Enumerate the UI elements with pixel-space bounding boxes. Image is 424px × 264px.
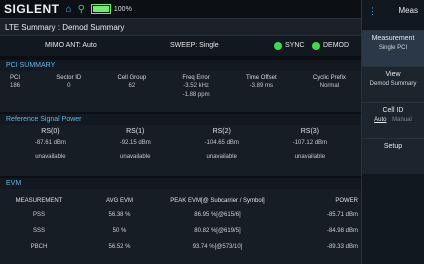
evm-row-name: SSS bbox=[32, 228, 45, 234]
evm-panel: EVM MEASUREMENT AVG EVM PEAK EVM[@ Subca… bbox=[0, 178, 362, 264]
freq-error-ppm: -1.88 ppm bbox=[182, 92, 210, 98]
evm-row-peak: 93.74 %[@573/10] bbox=[192, 244, 243, 250]
evm-col-measurement: MEASUREMENT bbox=[15, 198, 63, 204]
setup-softkey[interactable]: Setup bbox=[362, 138, 424, 174]
view-softkey-label: View bbox=[385, 71, 401, 78]
rs3-label: RS(3) bbox=[300, 128, 320, 135]
mimo-ant-status[interactable]: MIMO ANT: Auto bbox=[45, 42, 97, 49]
evm-row-avg: 56.52 % bbox=[108, 244, 131, 250]
table-row: SSS 50 % 80.82 %[@619/5] -84.98 dBm bbox=[0, 223, 362, 239]
home-icon[interactable]: ⌂ bbox=[66, 4, 72, 15]
evm-col-avg: AVG EVM bbox=[106, 198, 133, 204]
freq-error-col: Freq Error -3.52 kHz -1.88 ppm bbox=[182, 75, 209, 99]
cell-group-label: Cell Group bbox=[117, 75, 147, 81]
rs2-col: RS(2) -104.65 dBm unavailable bbox=[205, 128, 239, 168]
measurement-softkey-value: Single PCI bbox=[378, 45, 408, 51]
time-offset-col: Time Offset -3.89 ms bbox=[246, 75, 277, 99]
rs1-col: RS(1) -92.15 dBm unavailable bbox=[120, 128, 151, 168]
battery-percent: 100% bbox=[113, 5, 132, 13]
freq-error-khz: -3.52 kHz bbox=[183, 83, 209, 89]
measurement-softkey[interactable]: Measurement Single PCI bbox=[362, 30, 424, 66]
rs3-power: -107.12 dBm bbox=[292, 140, 328, 146]
cell-id-manual-option[interactable]: Manual bbox=[392, 117, 412, 123]
sweep-status[interactable]: SWEEP: Single bbox=[170, 42, 219, 49]
pci-col: PCI 186 bbox=[10, 75, 20, 99]
demod-indicator bbox=[312, 42, 320, 50]
sector-id-col: Sector ID 0 bbox=[56, 75, 81, 99]
evm-col-power: POWER bbox=[335, 198, 358, 204]
demod-label: DEMOD bbox=[323, 42, 350, 49]
evm-row-avg: 56.38 % bbox=[108, 212, 131, 218]
view-softkey-value: Demod Summary bbox=[369, 81, 417, 87]
pci-label: PCI bbox=[10, 75, 21, 81]
sector-id-label: Sector ID bbox=[56, 75, 82, 81]
evm-row-peak: 80.82 %[@619/5] bbox=[194, 228, 241, 234]
status-bar: SIGLENT ⌂ ⚲ 100% bbox=[0, 0, 362, 18]
rs2-label: RS(2) bbox=[212, 128, 231, 135]
evm-row-power: -85.71 dBm bbox=[326, 212, 358, 218]
cyclic-prefix-col: Cyclic Prefix Normal bbox=[313, 75, 346, 99]
freq-error-label: Freq Error bbox=[182, 75, 210, 81]
rs2-power: -104.65 dBm bbox=[204, 140, 239, 146]
table-row: PSS 56.38 % 86.95 %[@615/6] -85.71 dBm bbox=[0, 207, 362, 223]
rs2-status: unavailable bbox=[206, 154, 237, 160]
time-offset-label: Time Offset bbox=[246, 75, 277, 81]
rs1-label: RS(1) bbox=[126, 128, 145, 135]
rs1-power: -92.15 dBm bbox=[119, 140, 151, 146]
evm-table: MEASUREMENT AVG EVM PEAK EVM[@ Subcarrie… bbox=[0, 195, 362, 255]
cyclic-prefix-label: Cyclic Prefix bbox=[312, 75, 346, 81]
cell-group-value: 62 bbox=[128, 83, 136, 89]
screen-title-bar: LTE Summary : Demod Summary bbox=[0, 18, 362, 36]
table-row: PBCH 56.52 % 93.74 %[@573/10] -89.33 dBm bbox=[0, 239, 362, 255]
measurement-info-bar: MIMO ANT: Auto SWEEP: Single SYNC DEMOD bbox=[0, 36, 362, 56]
rs0-power: -87.61 dBm bbox=[34, 140, 66, 146]
cell-id-softkey[interactable]: Cell ID Auto Manual bbox=[362, 102, 424, 138]
evm-header: EVM bbox=[0, 178, 362, 189]
cell-group-col: Cell Group 62 bbox=[118, 75, 147, 99]
sync-indicator bbox=[274, 42, 282, 50]
evm-row-power: -89.33 dBm bbox=[326, 244, 358, 250]
reference-signal-header: Reference Signal Power bbox=[0, 114, 362, 125]
view-softkey[interactable]: View Demod Summary bbox=[362, 66, 424, 102]
cell-id-auto-option[interactable]: Auto bbox=[374, 117, 386, 123]
softkey-title: Meas bbox=[398, 6, 418, 15]
rs0-status: unavailable bbox=[35, 154, 66, 160]
evm-row-avg: 50 % bbox=[112, 228, 127, 234]
rs3-col: RS(3) -107.12 dBm unavailable bbox=[293, 128, 327, 168]
measurement-softkey-label: Measurement bbox=[371, 35, 415, 42]
evm-row-name: PSS bbox=[32, 212, 45, 218]
pci-summary-header: PCI SUMMARY bbox=[0, 60, 362, 71]
setup-softkey-label: Setup bbox=[383, 143, 403, 150]
sector-id-value: 0 bbox=[67, 83, 71, 89]
softkey-panel: ⋮ Meas Measurement Single PCI View Demod… bbox=[361, 0, 424, 264]
rs0-label: RS(0) bbox=[41, 128, 60, 135]
evm-row-peak: 86.95 %[@615/6] bbox=[194, 212, 241, 218]
evm-row-power: -84.98 dBm bbox=[326, 228, 358, 234]
pci-value: 186 bbox=[10, 83, 21, 89]
evm-table-header-row: MEASUREMENT AVG EVM PEAK EVM[@ Subcarrie… bbox=[0, 195, 362, 207]
screen-title: LTE Summary : Demod Summary bbox=[5, 22, 125, 32]
pci-summary-panel: PCI SUMMARY PCI 186 Sector ID 0 Cell Gro… bbox=[0, 60, 362, 112]
time-offset-value: -3.89 ms bbox=[249, 83, 274, 89]
cyclic-prefix-value: Normal bbox=[319, 83, 340, 89]
rs0-col: RS(0) -87.61 dBm unavailable bbox=[35, 128, 66, 168]
rs3-status: unavailable bbox=[294, 154, 326, 160]
brand-logo: SIGLENT bbox=[4, 2, 60, 16]
evm-col-peak: PEAK EVM[@ Subcarrier / Symbol] bbox=[170, 198, 265, 204]
usb-icon: ⚲ bbox=[77, 3, 85, 15]
evm-row-name: PBCH bbox=[30, 244, 48, 250]
sync-label: SYNC bbox=[285, 42, 305, 49]
cell-id-softkey-label: Cell ID bbox=[382, 107, 404, 114]
reference-signal-panel: Reference Signal Power RS(0) -87.61 dBm … bbox=[0, 114, 362, 176]
battery-icon bbox=[90, 4, 111, 14]
rs1-status: unavailable bbox=[120, 154, 151, 160]
